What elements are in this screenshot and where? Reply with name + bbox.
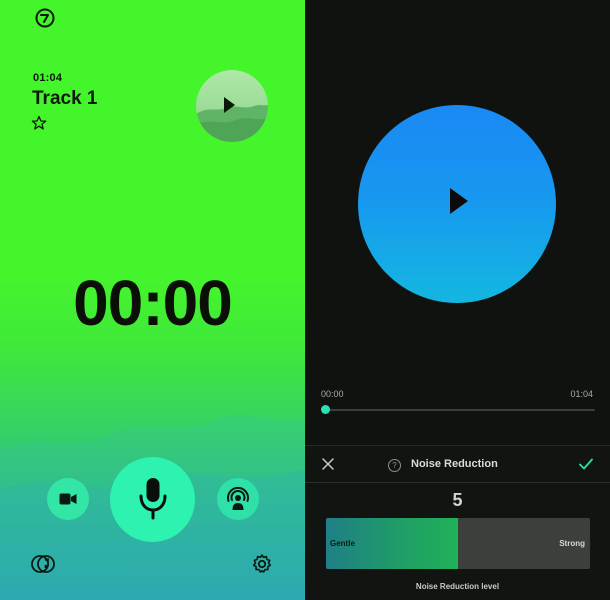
strong-label: Strong [559,539,585,548]
app-logo-icon[interactable] [35,8,55,28]
panel-header: ? Noise Reduction [305,446,610,483]
video-camera-icon [59,493,77,505]
record-button[interactable] [110,457,195,542]
gentle-label: Gentle [330,539,355,548]
noise-reduction-panel: ? Noise Reduction 5 Gentle Strong Noise … [305,445,610,600]
recording-timer: 00:00 [73,267,233,339]
noise-level-value: 5 [452,490,463,510]
gear-icon[interactable] [251,553,273,575]
track-title[interactable]: Track 1 [32,88,98,110]
microphone-icon [139,478,167,520]
total-time: 01:04 [570,389,593,399]
live-broadcast-button[interactable] [217,478,259,520]
play-icon [224,97,235,113]
noise-level-slider[interactable]: Gentle Strong [326,518,590,569]
close-icon[interactable] [322,458,334,470]
recorder-screen: 01:04 Track 1 00:00 [0,0,305,600]
star-icon[interactable] [31,115,47,131]
playback-scrubber[interactable] [325,409,595,411]
elapsed-time: 00:00 [321,389,344,399]
video-record-button[interactable] [47,478,89,520]
scrubber-handle[interactable] [321,405,330,414]
music-library-icon[interactable] [31,552,57,576]
noise-level-caption: Noise Reduction level [415,582,500,591]
live-broadcast-icon [227,486,249,510]
play-icon[interactable] [450,188,468,214]
panel-title: Noise Reduction [411,458,498,470]
player-screen: 00:00 01:04 ? Noise Reduction 5 Gentle S… [305,0,610,600]
help-icon[interactable]: ? [388,459,401,472]
track-artwork-play-button[interactable] [196,70,268,142]
checkmark-icon[interactable] [579,458,593,470]
track-duration: 01:04 [33,72,63,84]
